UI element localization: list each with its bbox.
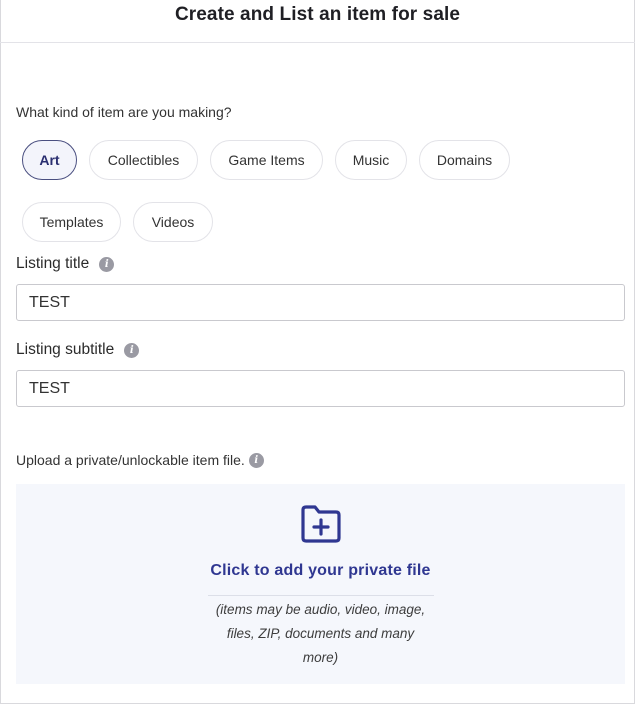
hint-line: files, ZIP, documents and many [226, 626, 415, 641]
info-icon[interactable]: i [99, 256, 115, 272]
category-chip-videos[interactable]: Videos [133, 202, 213, 242]
upload-label-text: Upload a private/unlockable item file. [16, 452, 245, 468]
listing-title-label-text: Listing title [16, 255, 90, 272]
listing-subtitle-input[interactable] [16, 370, 625, 407]
page-title: Create and List an item for sale [174, 4, 461, 25]
divider [208, 595, 434, 596]
category-chip-templates[interactable]: Templates [22, 202, 121, 242]
category-chip-collectibles[interactable]: Collectibles [89, 140, 198, 180]
category-chip-domains[interactable]: Domains [419, 140, 510, 180]
info-icon[interactable]: i [124, 342, 140, 358]
category-chip-music[interactable]: Music [335, 140, 407, 180]
upload-label: Upload a private/unlockable item file. i [16, 452, 264, 468]
add-private-file-link[interactable]: Click to add your private file [16, 562, 625, 580]
category-chip-art[interactable]: Art [22, 140, 77, 180]
file-types-hint: (items may be audio, video, image, files… [16, 598, 625, 670]
listing-subtitle-label: Listing subtitle i [16, 341, 140, 359]
category-question: What kind of item are you making? [16, 104, 232, 120]
hint-line: more) [302, 650, 339, 665]
info-icon[interactable]: i [248, 452, 264, 468]
private-file-dropzone[interactable]: Click to add your private file (items ma… [16, 484, 625, 684]
page-header: Create and List an item for sale [0, 0, 635, 43]
listing-subtitle-label-text: Listing subtitle [16, 341, 115, 358]
category-chip-game-items[interactable]: Game Items [210, 140, 323, 180]
folder-plus-icon [301, 505, 341, 543]
hint-line: (items may be audio, video, image, [215, 602, 426, 617]
listing-title-label: Listing title i [16, 255, 115, 273]
listing-title-input[interactable] [16, 284, 625, 321]
